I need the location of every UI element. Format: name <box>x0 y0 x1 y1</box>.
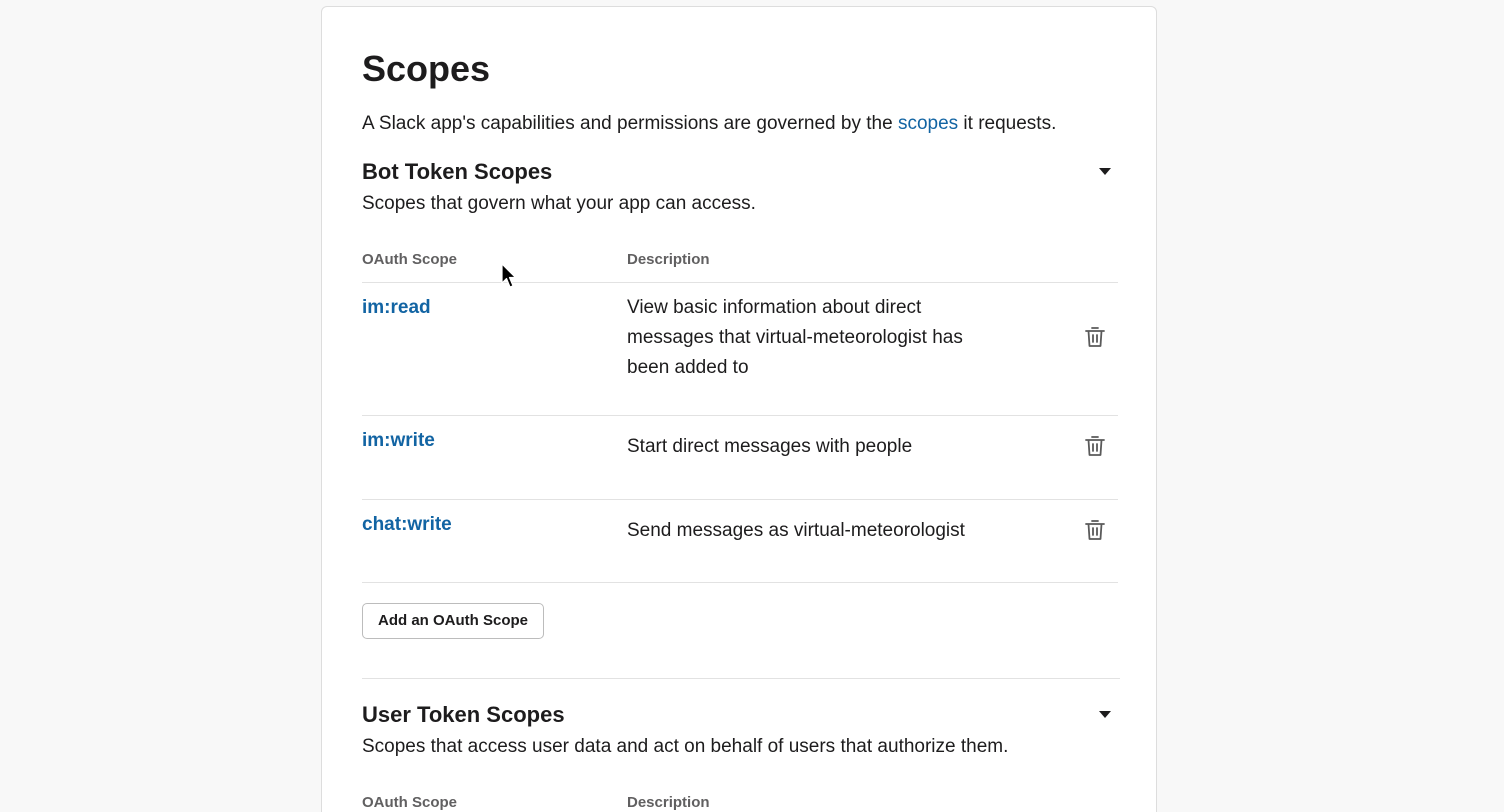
user-section-collapse-toggle[interactable] <box>1098 709 1112 719</box>
caret-down-icon <box>1099 711 1111 718</box>
bot-token-scopes-subtitle: Scopes that govern what your app can acc… <box>362 193 756 214</box>
scope-description: Start direct messages with people <box>627 436 913 457</box>
intro-text-after: it requests. <box>958 113 1057 134</box>
divider <box>362 499 1118 500</box>
remove-scope-button[interactable] <box>1084 518 1106 542</box>
section-divider <box>362 678 1120 679</box>
trash-icon <box>1085 520 1105 540</box>
trash-icon <box>1085 436 1105 456</box>
divider <box>362 282 1118 283</box>
trash-icon <box>1085 327 1105 347</box>
page-title: Scopes <box>362 48 491 89</box>
col-header-description: Description <box>627 251 710 268</box>
scope-name-link[interactable]: chat:write <box>362 512 452 538</box>
add-oauth-scope-button[interactable]: Add an OAuth Scope <box>362 603 544 639</box>
intro-text-before: A Slack app's capabilities and permissio… <box>362 113 898 134</box>
user-token-scopes-title: User Token Scopes <box>362 702 565 727</box>
remove-scope-button[interactable] <box>1084 325 1106 349</box>
scopes-link[interactable]: scopes <box>898 113 958 134</box>
scope-name-link[interactable]: im:read <box>362 295 431 321</box>
scopes-card: Scopes A Slack app's capabilities and pe… <box>321 6 1157 812</box>
page: Scopes A Slack app's capabilities and pe… <box>0 0 1504 812</box>
scope-description: View basic information about direct mess… <box>627 297 963 378</box>
col-header-oauth-scope: OAuth Scope <box>362 794 458 811</box>
divider <box>362 415 1118 416</box>
scope-description: Send messages as virtual-meteorologist <box>627 520 965 541</box>
scopes-intro: A Slack app's capabilities and permissio… <box>362 111 1056 137</box>
caret-down-icon <box>1099 168 1111 175</box>
scope-name-link[interactable]: im:write <box>362 428 435 454</box>
user-token-scopes-subtitle: Scopes that access user data and act on … <box>362 736 1009 757</box>
bot-token-scopes-title: Bot Token Scopes <box>362 159 553 184</box>
bot-section-collapse-toggle[interactable] <box>1098 166 1112 176</box>
remove-scope-button[interactable] <box>1084 434 1106 458</box>
col-header-description: Description <box>627 794 710 811</box>
col-header-oauth-scope: OAuth Scope <box>362 251 458 268</box>
divider <box>362 582 1118 583</box>
